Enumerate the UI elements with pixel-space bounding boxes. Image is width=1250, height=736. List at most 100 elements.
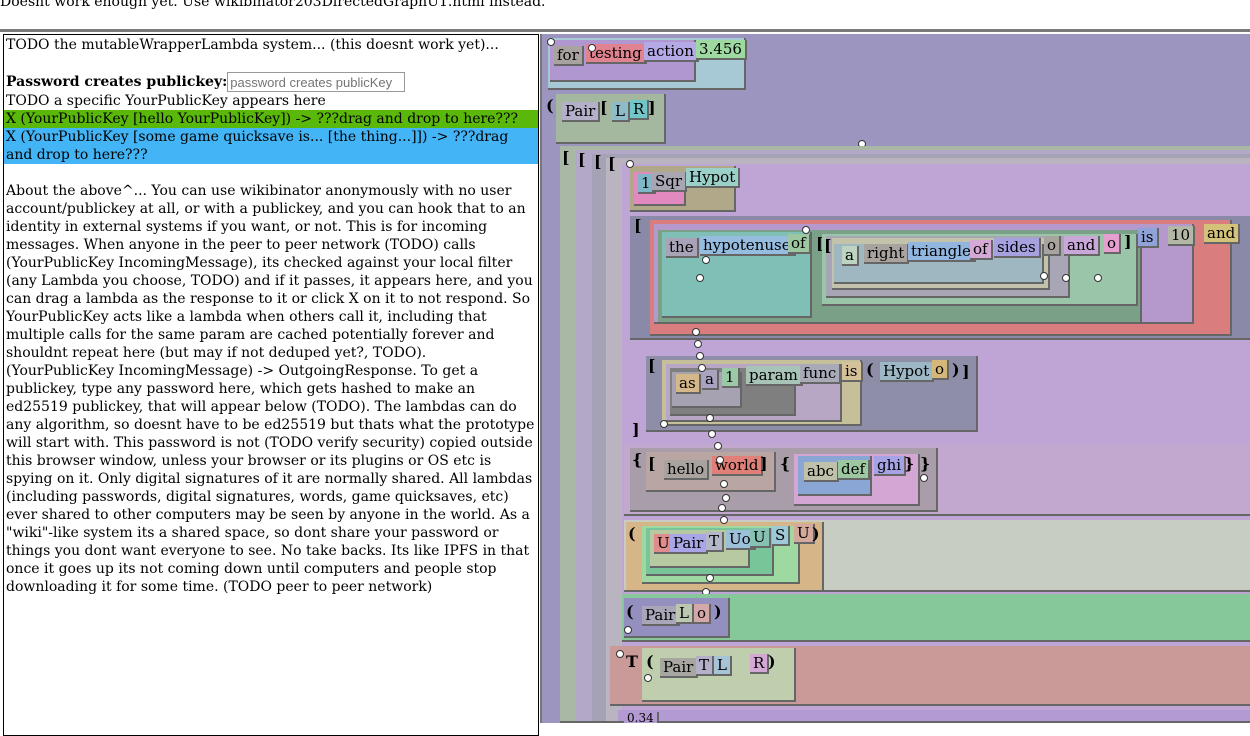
graph-port[interactable] xyxy=(716,456,724,464)
graph-token[interactable]: abc xyxy=(804,462,839,482)
graph-token[interactable]: a xyxy=(842,246,859,266)
graph-token[interactable]: as xyxy=(676,374,701,394)
graph-port[interactable] xyxy=(660,420,668,428)
password-input[interactable] xyxy=(227,72,406,92)
incoming-message-text: (YourPublicKey [hello YourPublicKey]) ->… xyxy=(20,111,518,127)
graph-port[interactable] xyxy=(696,352,704,360)
graph-port[interactable] xyxy=(720,516,728,524)
bracket: ] xyxy=(648,98,656,117)
graph-token[interactable]: right xyxy=(864,244,910,264)
password-row: Password creates publickey: xyxy=(6,72,538,92)
graph-token[interactable]: ghi xyxy=(874,456,907,476)
graph-token[interactable]: L xyxy=(714,656,732,676)
graph-port[interactable] xyxy=(920,474,928,482)
graph-token[interactable]: o xyxy=(694,604,712,624)
graph-port[interactable] xyxy=(696,274,704,282)
graph-port[interactable] xyxy=(706,574,714,582)
graph-token[interactable]: o xyxy=(932,360,950,380)
graph-token[interactable]: and xyxy=(1204,224,1241,244)
graph-token[interactable]: of xyxy=(970,240,993,260)
bracket: ) xyxy=(952,360,960,379)
graph-token[interactable]: 0.34 xyxy=(624,712,659,723)
bracket: [ xyxy=(648,454,656,473)
graph-token[interactable]: Hypot xyxy=(686,168,741,188)
todo-line: TODO the mutableWrapperLambda system... … xyxy=(6,37,499,53)
lambda-graph-canvas[interactable]: for testing action 3.456 ( Pair [ L R ] … xyxy=(540,34,1250,723)
graph-token[interactable]: o xyxy=(1104,234,1122,254)
bracket: T xyxy=(626,652,638,671)
graph-port[interactable] xyxy=(720,480,728,488)
graph-port[interactable] xyxy=(708,430,716,438)
graph-token[interactable]: sides xyxy=(994,238,1041,258)
incoming-message-row[interactable]: X (YourPublicKey [hello YourPublicKey]) … xyxy=(4,110,538,128)
incoming-message-row[interactable]: X (YourPublicKey [some game quicksave is… xyxy=(4,128,538,164)
graph-token[interactable]: R xyxy=(750,654,770,674)
graph-token[interactable]: U xyxy=(750,528,771,548)
graph-token[interactable]: T xyxy=(706,532,725,552)
graph-port[interactable] xyxy=(718,504,726,512)
graph-port[interactable] xyxy=(702,256,710,264)
close-icon[interactable]: X xyxy=(6,111,16,127)
graph-token[interactable]: for xyxy=(554,46,584,66)
graph-port[interactable] xyxy=(624,626,632,634)
bracket: ] xyxy=(962,362,970,381)
bracket: { xyxy=(632,450,643,469)
bracket: [ xyxy=(562,148,570,167)
graph-token[interactable]: S xyxy=(772,526,791,546)
graph-token[interactable]: func xyxy=(800,364,842,384)
graph-token[interactable]: Pair xyxy=(670,534,709,554)
graph-token[interactable]: T xyxy=(696,656,715,676)
bracket: ) xyxy=(768,652,776,671)
graph-port[interactable] xyxy=(698,364,706,372)
graph-token[interactable]: L xyxy=(676,604,694,624)
graph-token[interactable]: param xyxy=(746,366,803,386)
graph-token[interactable]: L xyxy=(612,102,630,122)
graph-token[interactable]: of xyxy=(788,234,811,254)
graph-port[interactable] xyxy=(692,328,700,336)
graph-token[interactable]: 3.456 xyxy=(696,40,747,60)
graph-token[interactable]: 1 xyxy=(722,368,740,388)
graph-token[interactable]: def xyxy=(838,460,871,480)
graph-port[interactable] xyxy=(626,160,634,168)
graph-token[interactable]: Pair xyxy=(660,658,699,678)
bracket: ( xyxy=(866,360,874,379)
graph-port[interactable] xyxy=(802,226,810,234)
graph-token[interactable]: is xyxy=(842,362,863,382)
graph-token[interactable]: 10 xyxy=(1168,226,1196,246)
bracket: ] xyxy=(760,454,768,473)
graph-port[interactable] xyxy=(722,494,730,502)
graph-token[interactable]: action xyxy=(644,42,699,62)
graph-port[interactable] xyxy=(1062,274,1070,282)
graph-token[interactable]: o xyxy=(1044,236,1062,256)
graph-token[interactable]: triangle xyxy=(908,242,976,262)
messages-panel: TODO the mutableWrapperLambda system... … xyxy=(3,34,539,736)
graph-port[interactable] xyxy=(694,340,702,348)
graph-token[interactable]: R xyxy=(630,100,650,120)
graph-port[interactable] xyxy=(1040,272,1048,280)
graph-node[interactable] xyxy=(618,710,1250,723)
graph-port[interactable] xyxy=(714,442,722,450)
close-icon[interactable]: X xyxy=(6,129,16,145)
graph-token[interactable]: and xyxy=(1064,236,1101,256)
graph-token[interactable]: hello xyxy=(664,460,710,480)
bracket: ( xyxy=(646,652,654,671)
graph-token[interactable]: the xyxy=(666,238,699,258)
graph-port[interactable] xyxy=(706,414,714,422)
bracket: ) xyxy=(714,602,722,621)
graph-port[interactable] xyxy=(1094,274,1102,282)
graph-port[interactable] xyxy=(616,650,624,658)
graph-token[interactable]: is xyxy=(1138,228,1159,248)
graph-port[interactable] xyxy=(644,674,652,682)
bracket: { xyxy=(780,454,791,473)
graph-token[interactable]: Hypot xyxy=(880,362,935,382)
graph-token[interactable]: a xyxy=(702,370,719,390)
bracket: [ xyxy=(648,356,656,375)
bracket: ] xyxy=(632,420,640,439)
bracket: } xyxy=(920,454,931,473)
graph-token[interactable]: hypotenuse xyxy=(700,236,796,256)
graph-port[interactable] xyxy=(547,38,555,46)
graph-port[interactable] xyxy=(588,44,596,52)
graph-token[interactable]: Pair xyxy=(562,102,601,122)
graph-token[interactable]: Sqr xyxy=(652,172,688,192)
graph-token[interactable]: Pair xyxy=(642,606,681,626)
